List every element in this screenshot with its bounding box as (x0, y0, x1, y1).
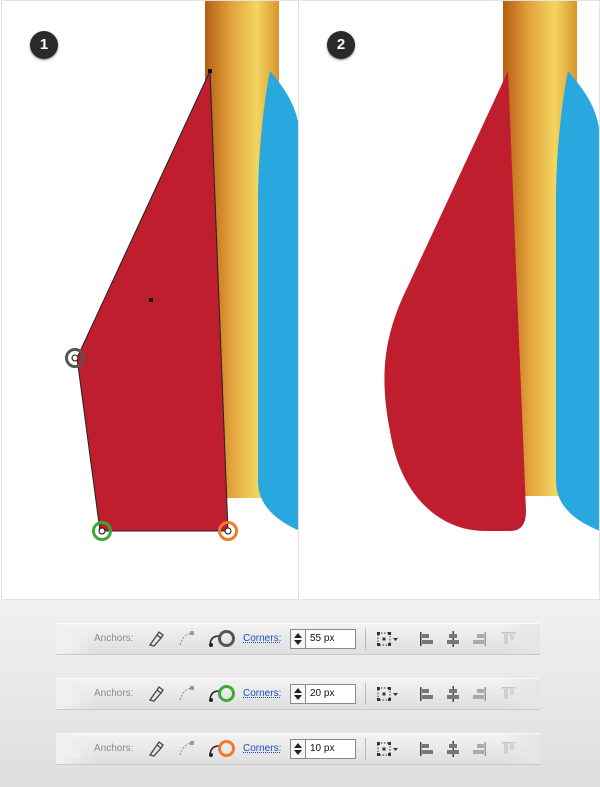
corner-widget-orange[interactable] (224, 527, 232, 535)
align-left-icon[interactable] (418, 740, 436, 758)
step-2-badge: 2 (327, 31, 355, 59)
align-left-icon[interactable] (418, 685, 436, 703)
step-1-badge: 1 (30, 31, 58, 59)
align-center-icon[interactable] (444, 685, 462, 703)
transform-icon[interactable] (376, 740, 400, 758)
align-right-icon[interactable] (470, 630, 488, 648)
highlight-ring-orange (218, 740, 235, 757)
toolbar-fade-right (500, 734, 540, 764)
toolbar-fade-left (56, 734, 96, 764)
handle-icon[interactable] (177, 685, 195, 703)
toolbar-fade-left (56, 679, 96, 709)
convert-anchor-icon[interactable] (147, 740, 165, 758)
highlight-ring-green (218, 685, 235, 702)
convert-anchor-icon[interactable] (147, 630, 165, 648)
toolbar-divider (365, 683, 366, 705)
handle-icon[interactable] (177, 740, 195, 758)
step-1-artwork (65, 1, 298, 541)
corners-spinner[interactable] (290, 684, 306, 704)
red-feather-rounded (384, 71, 526, 531)
transform-icon[interactable] (376, 685, 400, 703)
convert-anchor-icon[interactable] (147, 685, 165, 703)
toolbar-fade-right (500, 624, 540, 654)
step-1-canvas: 1 (1, 0, 299, 600)
toolbar-divider (365, 628, 366, 650)
step-2-artwork (384, 1, 599, 531)
corners-radius-input[interactable]: 10 px (306, 739, 356, 759)
anchors-label: Anchors: (94, 633, 134, 644)
corners-link[interactable]: Corners: (243, 688, 281, 699)
corners-link[interactable]: Corners: (243, 743, 281, 754)
step-2-canvas: 2 (300, 0, 600, 600)
align-center-icon[interactable] (444, 630, 462, 648)
handle-icon[interactable] (177, 630, 195, 648)
control-bar-55px: Anchors: Corners: 55 px (56, 623, 540, 655)
corner-widget-green[interactable] (98, 527, 106, 535)
align-left-icon[interactable] (418, 630, 436, 648)
align-right-icon[interactable] (470, 740, 488, 758)
align-right-icon[interactable] (470, 685, 488, 703)
blue-feather (556, 71, 599, 531)
toolbar-fade-right (500, 679, 540, 709)
anchors-label: Anchors: (94, 688, 134, 699)
blue-feather (258, 71, 298, 531)
control-bar-20px: Anchors: Corners: 20 px (56, 678, 540, 710)
corners-radius-input[interactable]: 55 px (306, 629, 356, 649)
corners-link[interactable]: Corners: (243, 633, 281, 644)
corner-widget-gray[interactable] (71, 354, 79, 362)
corners-radius-input[interactable]: 20 px (306, 684, 356, 704)
center-point (149, 298, 153, 302)
corners-spinner[interactable] (290, 739, 306, 759)
anchor-top[interactable] (208, 69, 212, 73)
corners-spinner[interactable] (290, 629, 306, 649)
transform-icon[interactable] (376, 630, 400, 648)
toolbar-fade-left (56, 624, 96, 654)
toolbar-divider (365, 738, 366, 760)
align-center-icon[interactable] (444, 740, 462, 758)
highlight-ring-gray (218, 630, 235, 647)
control-bar-10px: Anchors: Corners: 10 px (56, 733, 540, 765)
anchors-label: Anchors: (94, 743, 134, 754)
